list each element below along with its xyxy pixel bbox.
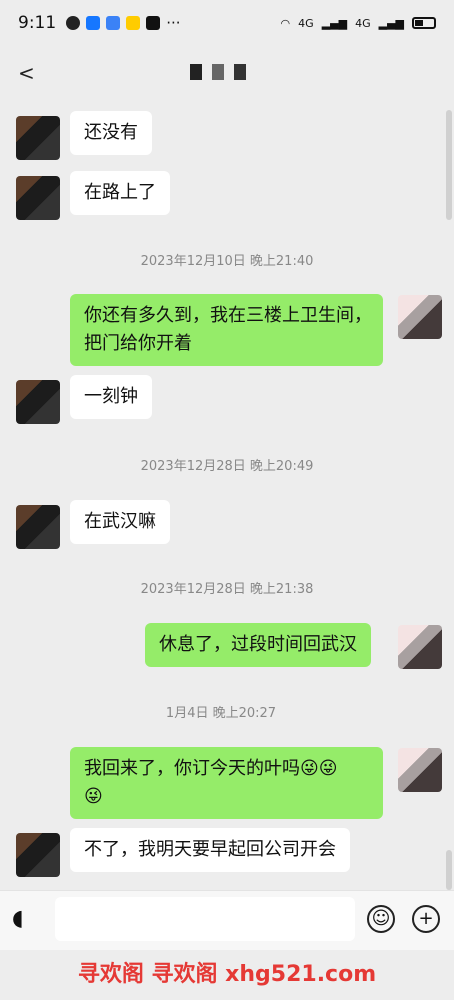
message-bubble-outgoing[interactable]: 你还有多久到，我在三楼上卫生间， 把门给你开着	[70, 294, 383, 366]
avatar[interactable]	[16, 116, 60, 160]
voice-icon[interactable]: ◖	[12, 905, 40, 933]
message-bubble-outgoing[interactable]: 我回来了，你订今天的叶吗😜😜 😜	[70, 747, 383, 819]
timestamp: 1月4日 晚上20:27	[165, 706, 277, 721]
more-dots-icon: ···	[166, 14, 181, 32]
signal1-label: 4G	[298, 16, 314, 30]
status-right: ◠ 4G ▂▄▆ 4G ▂▄▆	[281, 17, 436, 30]
signal1-icon: ▂▄▆	[321, 16, 348, 30]
my-avatar[interactable]	[398, 748, 442, 792]
my-avatar[interactable]	[398, 295, 442, 339]
avatar[interactable]	[16, 380, 60, 424]
contact-name-pixelated	[190, 64, 246, 80]
message-bubble-outgoing[interactable]: 休息了，过段时间回武汉	[145, 623, 371, 667]
signal2-label: 4G	[355, 16, 371, 30]
signal2-icon: ▂▄▆	[378, 16, 404, 30]
timestamp: 2023年12月10日 晚上21:40	[140, 254, 314, 269]
message-bubble[interactable]: 一刻钟	[70, 375, 152, 419]
timestamp: 2023年12月28日 晚上20:49	[140, 459, 314, 474]
status-time: 9:11	[18, 13, 57, 33]
message-bubble[interactable]: 还没有	[70, 111, 152, 155]
notification-icons: ···	[66, 14, 181, 32]
message-input[interactable]	[55, 897, 355, 941]
back-icon[interactable]: <	[18, 61, 35, 85]
chat-header: <	[0, 46, 454, 100]
timestamp: 2023年12月28日 晚上21:38	[140, 582, 314, 597]
scrollbar[interactable]	[446, 100, 454, 890]
chat-area[interactable]: 还没有 在路上了 2023年12月10日 晚上21:40 你还有多久到，我在三楼…	[0, 100, 454, 890]
qq-icon	[66, 16, 81, 30]
yellow-app-icon	[126, 16, 141, 30]
avatar[interactable]	[16, 833, 60, 877]
wifi-icon: ◠	[280, 16, 291, 30]
status-bar: 9:11 ··· ◠ 4G ▂▄▆ 4G ▂▄▆	[0, 0, 454, 46]
message-bubble[interactable]: 在武汉嘛	[70, 500, 170, 544]
battery-icon	[412, 17, 436, 29]
avatar[interactable]	[16, 505, 60, 549]
input-bar: ◖ ☺ +	[0, 890, 454, 950]
alipay-icon	[86, 16, 101, 30]
message-bubble[interactable]: 不了，我明天要早起回公司开会	[70, 828, 350, 872]
message-bubble[interactable]: 在路上了	[70, 171, 170, 215]
plus-icon[interactable]: +	[412, 905, 440, 933]
tiktok-icon	[146, 16, 161, 30]
avatar[interactable]	[16, 176, 60, 220]
my-avatar[interactable]	[398, 625, 442, 669]
blue-app-icon	[106, 16, 121, 30]
watermark: 寻欢阁 寻欢阁 xhg521.com	[77, 962, 377, 987]
emoji-icon[interactable]: ☺	[367, 905, 395, 933]
